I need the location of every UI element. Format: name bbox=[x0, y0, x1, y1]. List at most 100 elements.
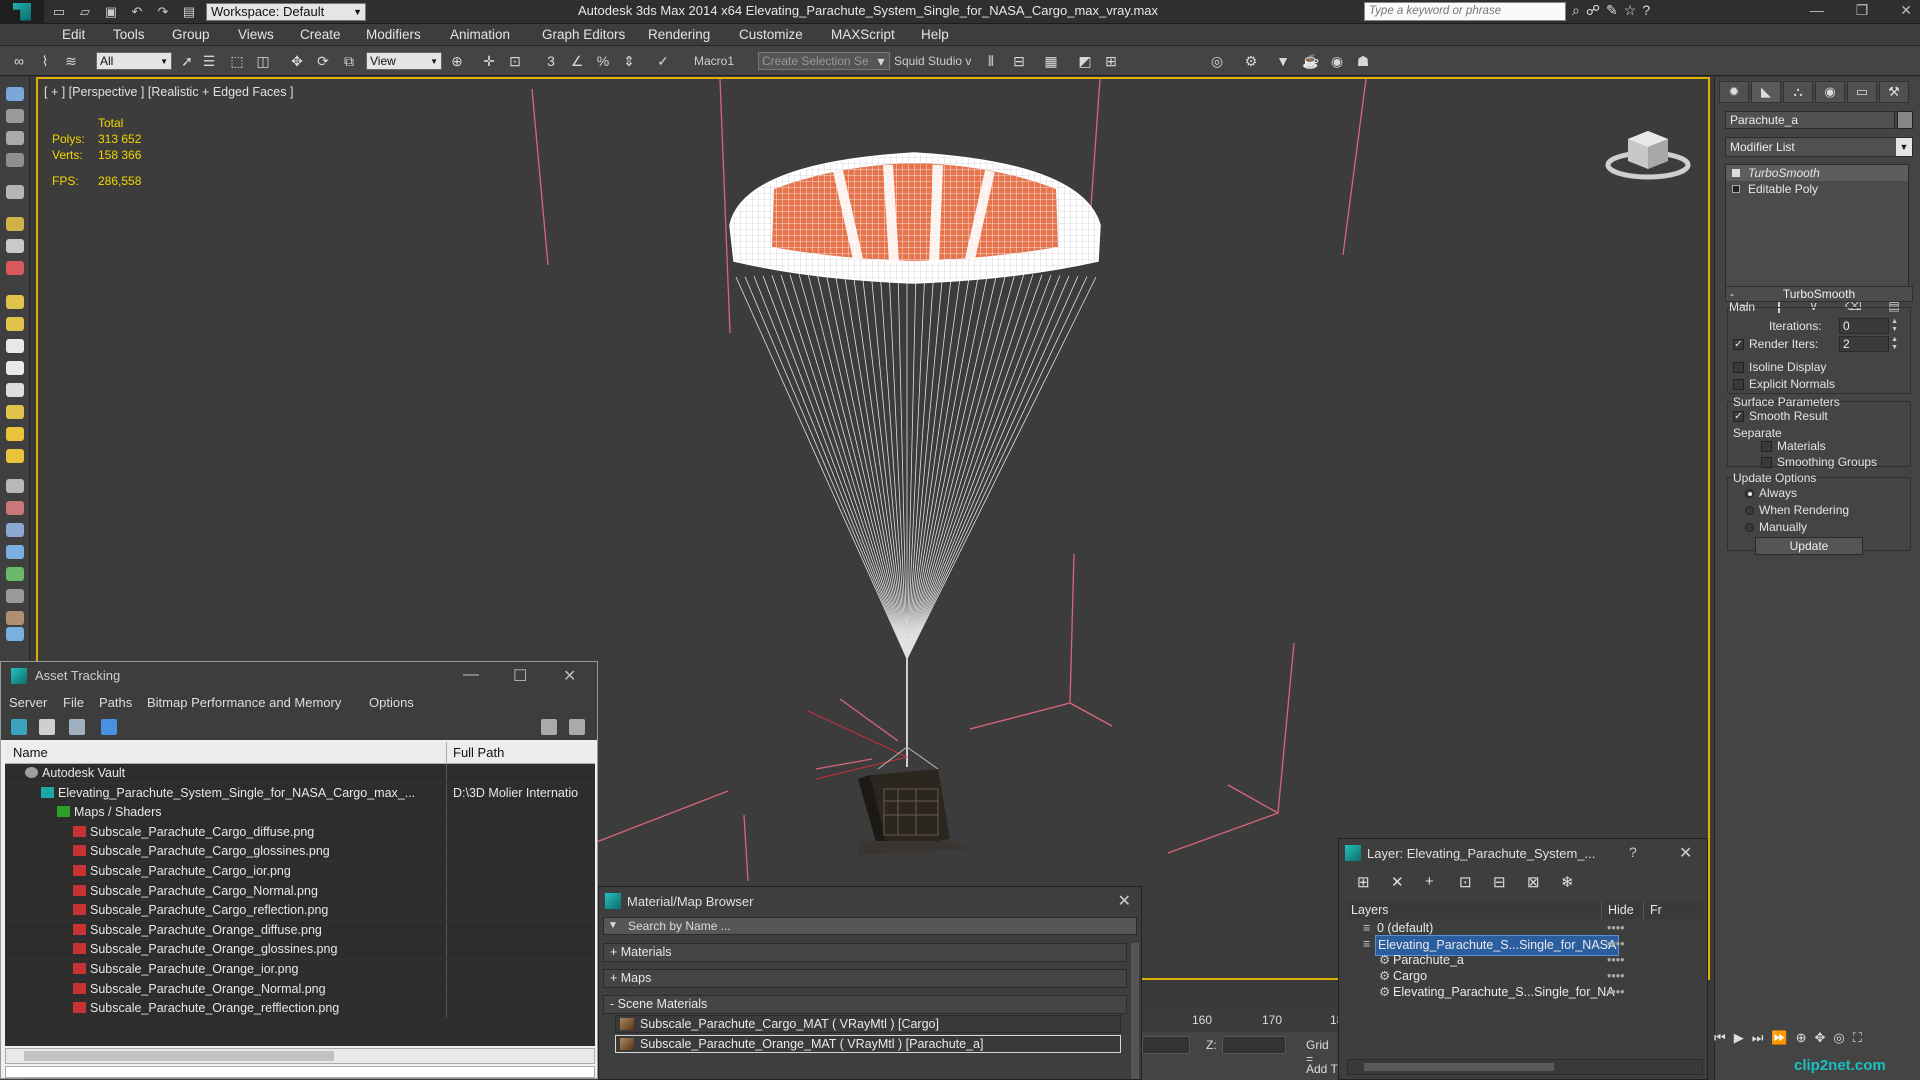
asset-list[interactable]: Name Full Path Autodesk Vault Elevating_Pa… bbox=[5, 742, 595, 1046]
pivot-center-icon[interactable]: ⊕ bbox=[448, 52, 466, 70]
asset-row[interactable]: Subscale_Parachute_Orange_diffuse.png bbox=[5, 920, 595, 941]
rendered-frame-icon[interactable]: ▼ bbox=[1274, 52, 1292, 70]
asset-row[interactable]: Subscale_Parachute_Cargo_reflection.png bbox=[5, 901, 595, 921]
maximize-viewport-icon[interactable]: ⛶ bbox=[1853, 1030, 1862, 1052]
play-icon[interactable]: ▶ bbox=[1734, 1030, 1744, 1052]
new-file-icon[interactable]: ▭ bbox=[48, 2, 70, 22]
horizontal-scrollbar[interactable] bbox=[5, 1048, 595, 1064]
bones-icon[interactable] bbox=[6, 589, 24, 603]
list-view-icon[interactable] bbox=[39, 719, 55, 735]
asset-row[interactable]: Subscale_Parachute_Orange_ior.png bbox=[5, 959, 595, 980]
asset-tracking-titlebar[interactable]: Asset Tracking — ☐ ✕ bbox=[1, 662, 597, 690]
select-by-name-icon[interactable]: ☰ bbox=[200, 52, 218, 70]
subscription-icon[interactable]: ☍ bbox=[1586, 2, 1600, 19]
isoline-display-checkbox[interactable] bbox=[1733, 362, 1744, 373]
selection-filter-dropdown[interactable]: All ▼ bbox=[96, 52, 172, 70]
curve-editor-icon[interactable]: ◩ bbox=[1076, 52, 1094, 70]
scrollbar-thumb[interactable] bbox=[1364, 1063, 1554, 1071]
utilities-tab-icon[interactable]: ⚒ bbox=[1879, 81, 1909, 103]
named-selection-set-input[interactable]: Create Selection Se bbox=[758, 52, 890, 70]
selection-tool-icon[interactable] bbox=[6, 131, 24, 145]
bulb-icon[interactable] bbox=[1732, 169, 1740, 177]
app-menu-button[interactable] bbox=[0, 0, 44, 24]
material-item[interactable]: Subscale_Parachute_Orange_MAT ( VRayMtl … bbox=[615, 1035, 1121, 1053]
graphite-tool-icon[interactable] bbox=[6, 87, 24, 101]
next-frame-icon[interactable]: ⏭ bbox=[1752, 1030, 1764, 1052]
spinner-arrows-icon[interactable]: ▲ ▼ bbox=[1891, 336, 1898, 352]
chevron-down-icon[interactable]: ▾ bbox=[872, 52, 890, 70]
measure-icon[interactable] bbox=[6, 523, 24, 537]
menu-paths[interactable]: Paths bbox=[99, 695, 132, 710]
object-paint-icon[interactable] bbox=[6, 153, 24, 167]
materials-checkbox[interactable] bbox=[1761, 441, 1772, 452]
freeform-icon[interactable] bbox=[6, 109, 24, 123]
select-object-icon[interactable]: ➚ bbox=[178, 52, 196, 70]
snap-toggle-icon[interactable]: 3 bbox=[542, 52, 560, 70]
space-warps-icon[interactable] bbox=[6, 317, 24, 331]
asset-row[interactable]: Elevating_Parachute_System_Single_for_NA… bbox=[5, 783, 595, 804]
plant-icon[interactable] bbox=[6, 567, 24, 581]
zoom-icon[interactable] bbox=[6, 627, 24, 641]
delete-layer-icon[interactable]: ✕ bbox=[1391, 873, 1404, 891]
maps-group[interactable]: + Maps bbox=[603, 969, 1127, 988]
material-search-input[interactable]: ▼ Search by Name ... bbox=[603, 917, 1137, 935]
column-hide-header[interactable]: Hide bbox=[1601, 901, 1634, 919]
restore-icon[interactable]: ❐ bbox=[1856, 2, 1869, 19]
layer-add-icon[interactable]: ⊞ bbox=[1357, 873, 1370, 891]
systems-icon[interactable] bbox=[6, 339, 24, 353]
hide-all-layers-icon[interactable]: ⊠ bbox=[1527, 873, 1540, 891]
asset-row[interactable]: Maps / Shaders bbox=[5, 803, 595, 823]
menu-animation[interactable]: Animation bbox=[450, 27, 510, 42]
explicit-normals-checkbox[interactable] bbox=[1733, 379, 1744, 390]
thumbnail-view-icon[interactable] bbox=[69, 719, 85, 735]
edit-named-selection-icon[interactable]: ✓ bbox=[654, 52, 672, 70]
add-time-tag-label[interactable]: Add T bbox=[1306, 1062, 1338, 1076]
vertical-scrollbar[interactable] bbox=[1131, 943, 1139, 1079]
reference-coordinate-dropdown[interactable]: View ▼ bbox=[366, 52, 442, 70]
menu-edit[interactable]: Edit bbox=[62, 27, 85, 42]
scrollbar-thumb[interactable] bbox=[24, 1051, 334, 1061]
smoothing-groups-checkbox[interactable] bbox=[1761, 457, 1772, 468]
column-layers-header[interactable]: Layers bbox=[1351, 901, 1389, 919]
expand-icon[interactable] bbox=[1732, 185, 1740, 193]
menu-help[interactable]: Help bbox=[921, 27, 949, 42]
globe-icon[interactable] bbox=[6, 545, 24, 559]
open-file-icon[interactable]: ▱ bbox=[74, 2, 96, 22]
percent-snap-icon[interactable]: % bbox=[594, 52, 612, 70]
torus-icon[interactable] bbox=[6, 383, 24, 397]
materials-group[interactable]: + Materials bbox=[603, 943, 1127, 962]
undo-icon[interactable]: ↶ bbox=[126, 2, 148, 22]
chevron-down-icon[interactable]: ▼ bbox=[608, 918, 618, 934]
help-icon[interactable]: ? bbox=[1642, 2, 1650, 19]
binoculars-icon[interactable]: ⌕ bbox=[1572, 2, 1580, 19]
keyboard-shortcut-icon[interactable]: ⊡ bbox=[506, 52, 524, 70]
modifier-stack[interactable]: TurboSmooth Editable Poly bbox=[1725, 164, 1909, 294]
asset-row[interactable]: Subscale_Parachute_Orange_glossines.png bbox=[5, 940, 595, 960]
render-production-icon[interactable]: ☕ bbox=[1302, 52, 1320, 70]
layer-manager-icon[interactable]: ▦ bbox=[1042, 52, 1060, 70]
macro-label[interactable]: Macro1 bbox=[694, 54, 734, 68]
close-icon[interactable]: ✕ bbox=[1900, 2, 1912, 19]
cameras-icon[interactable] bbox=[6, 261, 24, 275]
workspace-dropdown[interactable]: Workspace: Default ▼ bbox=[206, 2, 366, 21]
project-folder-icon[interactable]: ▤ bbox=[178, 2, 200, 22]
unlink-icon[interactable]: ⌇ bbox=[36, 52, 54, 70]
move-icon[interactable]: ✥ bbox=[288, 52, 306, 70]
refresh-icon[interactable] bbox=[11, 719, 27, 735]
render-iters-checkbox[interactable]: ✓ bbox=[1733, 339, 1744, 350]
menu-group[interactable]: Group bbox=[172, 27, 210, 42]
schematic-view-icon[interactable]: ⊞ bbox=[1102, 52, 1120, 70]
link-icon[interactable]: ∞ bbox=[10, 52, 28, 70]
save-file-icon[interactable]: ▣ bbox=[100, 2, 122, 22]
favorites-star-icon[interactable]: ☆ bbox=[1624, 2, 1637, 19]
biped-icon[interactable] bbox=[6, 611, 24, 625]
rotate-icon[interactable]: ⟳ bbox=[314, 52, 332, 70]
settings-icon[interactable] bbox=[569, 719, 585, 735]
y-coordinate-field[interactable] bbox=[1142, 1036, 1190, 1054]
search-input[interactable]: Type a keyword or phrase bbox=[1364, 2, 1566, 21]
object-name-field[interactable]: Parachute_a bbox=[1725, 111, 1895, 129]
spinner-snap-icon[interactable]: ⇕ bbox=[620, 52, 638, 70]
motion-tab-icon[interactable]: ◉ bbox=[1815, 81, 1845, 103]
layer-window-titlebar[interactable]: Layer: Elevating_Parachute_System_... bbox=[1339, 839, 1595, 867]
squid-studio-label[interactable]: Squid Studio v bbox=[894, 54, 971, 68]
